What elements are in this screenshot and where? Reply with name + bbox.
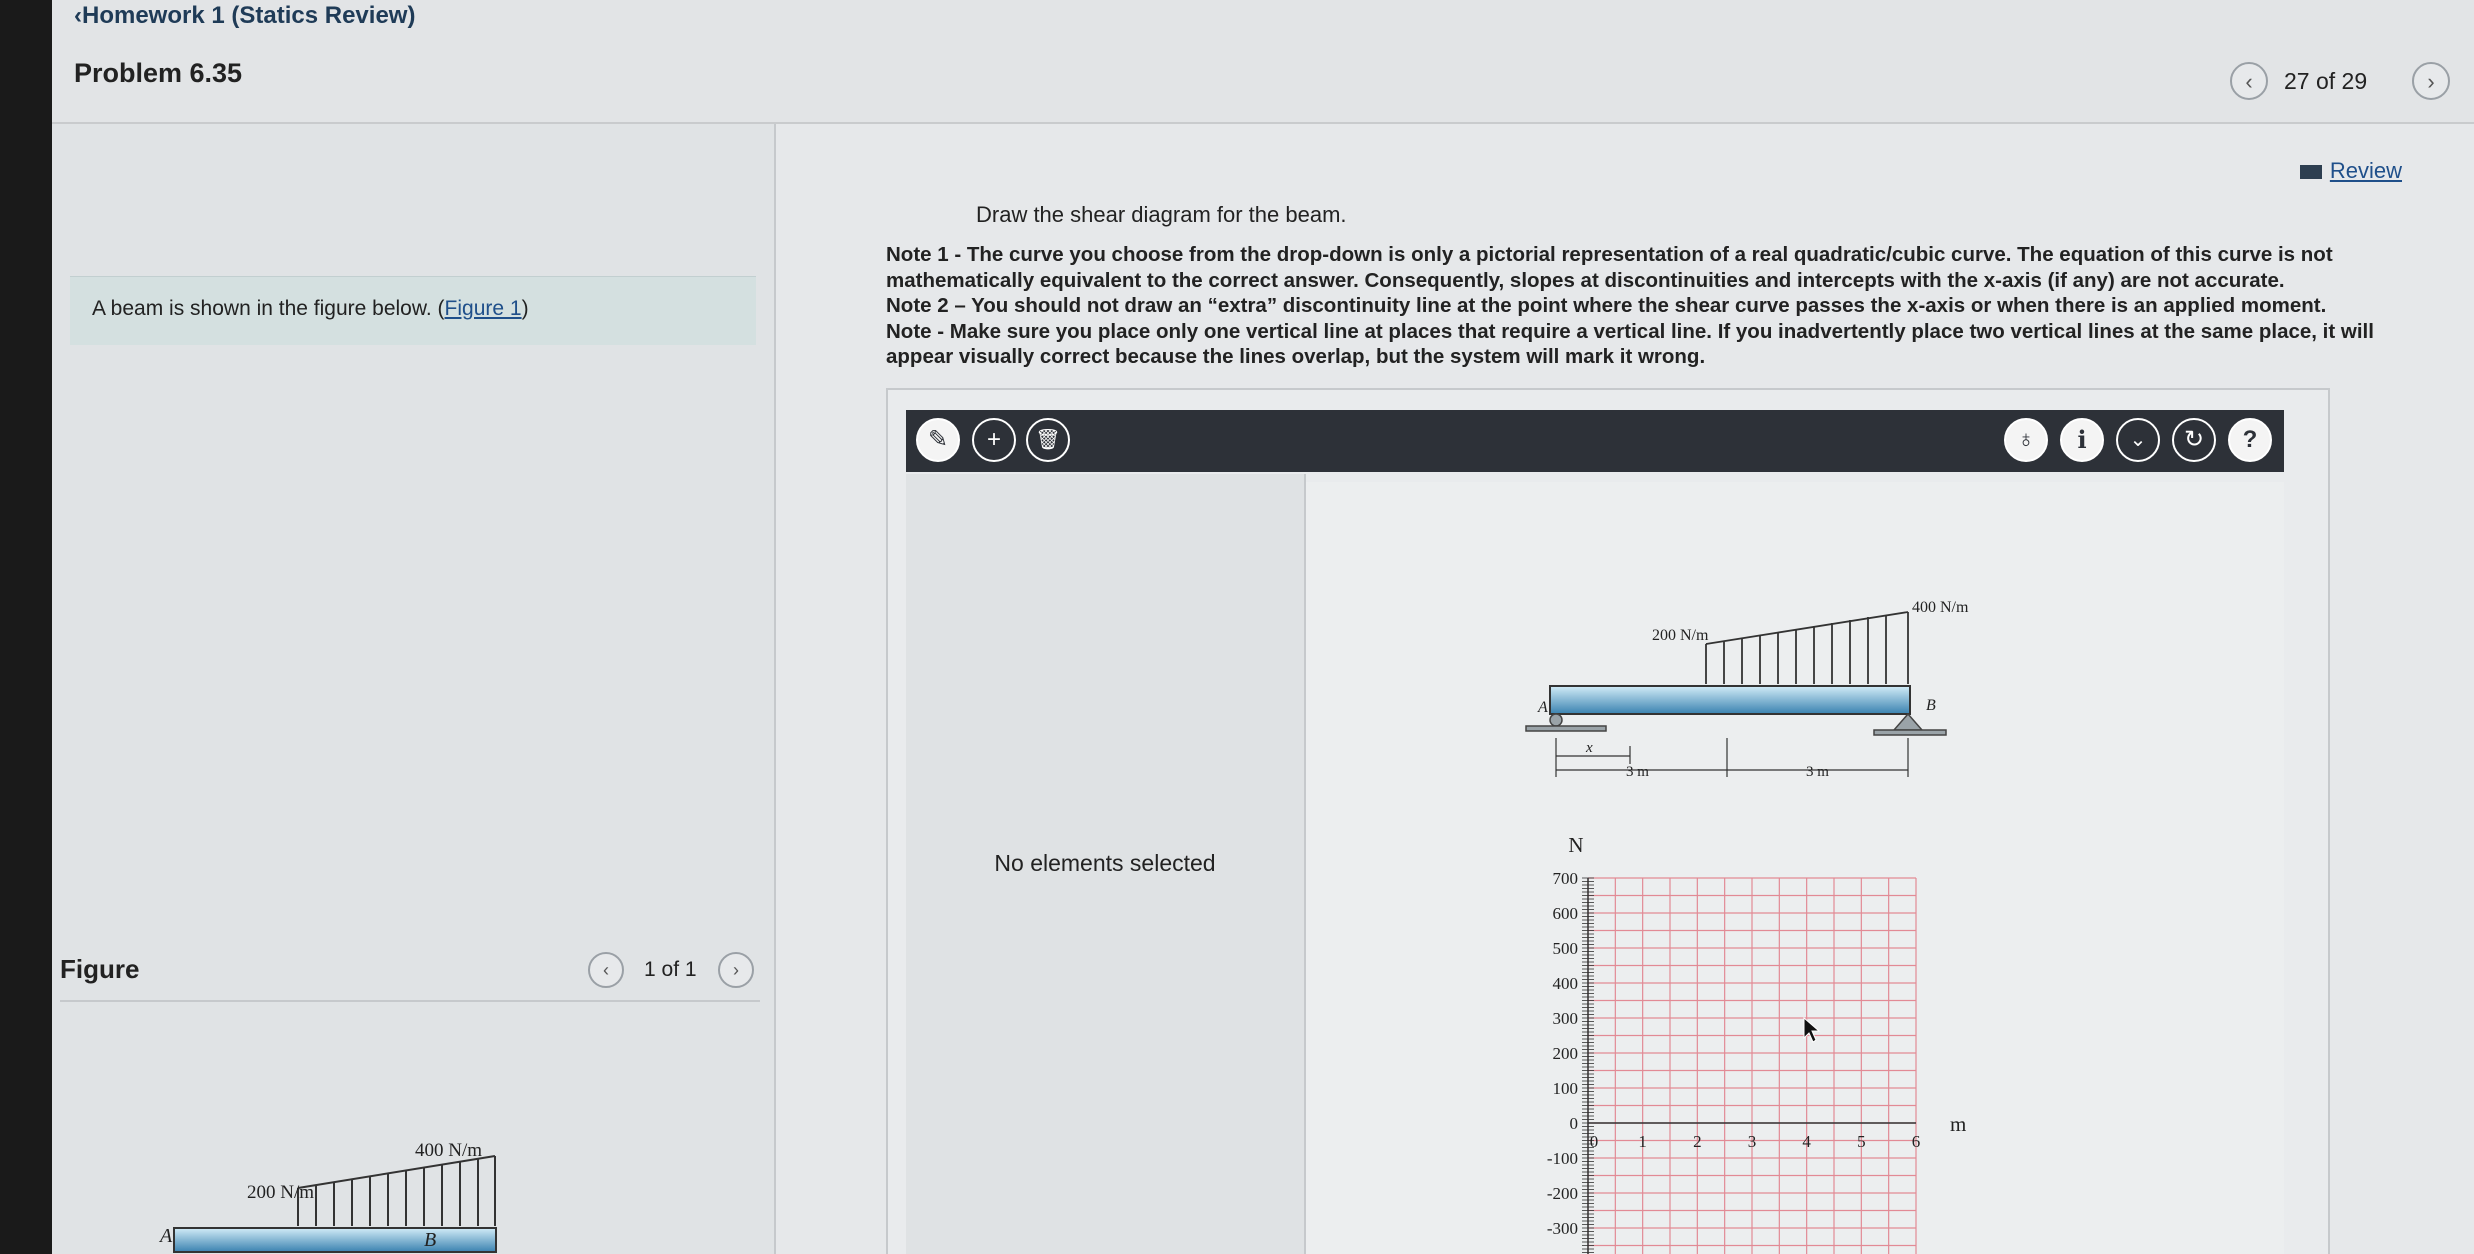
x-tick-label: 0 xyxy=(1590,1132,1599,1151)
figure-header: Figure ‹ 1 of 1 › xyxy=(60,940,760,1002)
x-tick-label: 4 xyxy=(1802,1132,1811,1151)
x-tick-label: 1 xyxy=(1638,1132,1647,1151)
top-bar: ‹Homework 1 (Statics Review) Problem 6.3… xyxy=(52,0,2474,124)
book-icon xyxy=(2299,165,2322,180)
beam-figure-canvas: 200 N/m 400 N/m A B x 3 m 3 m xyxy=(1525,599,1969,780)
y-tick-label: -300 xyxy=(1547,1219,1578,1238)
x-tick-label: 3 xyxy=(1748,1132,1757,1151)
x-axis-label: m xyxy=(1950,1112,1966,1136)
x-tick-label: 6 xyxy=(1912,1132,1921,1151)
intro-text-part: A beam is shown in the figure below. ( xyxy=(92,297,445,320)
element-properties-pane: No elements selected xyxy=(906,474,1306,1254)
load-left-label: 200 N/m xyxy=(247,1182,314,1203)
note-1: Note 1 - The curve you choose from the d… xyxy=(886,243,2333,292)
intro-close: ) xyxy=(521,297,529,320)
y-tick-label: 200 xyxy=(1553,1044,1579,1063)
support-a xyxy=(1525,713,1607,732)
y-tick-label: 400 xyxy=(1553,974,1579,993)
note-2: Note 2 – You should not draw an “extra” … xyxy=(886,294,2327,317)
load-right-label: 400 N/m xyxy=(415,1140,482,1161)
app-screen: ‹Homework 1 (Statics Review) Problem 6.3… xyxy=(52,0,2474,1254)
figure-count: 1 of 1 xyxy=(644,958,697,981)
y-tick-label: 500 xyxy=(1553,939,1579,958)
figure-prev-button[interactable]: ‹ xyxy=(588,952,624,988)
trash-icon[interactable]: 🗑 xyxy=(1026,418,1070,462)
x-tick-label: 5 xyxy=(1857,1132,1866,1151)
shear-diagram-chart[interactable]: 7006005004003002001000-100-200-300-400-5… xyxy=(1506,838,2066,1254)
back-link-label: Homework 1 (Statics Review) xyxy=(82,2,416,29)
x-tick-label: 2 xyxy=(1693,1132,1702,1151)
instruction-text: Draw the shear diagram for the beam. xyxy=(976,202,1347,227)
support-a-label: A xyxy=(158,1225,173,1247)
next-problem-button[interactable]: › xyxy=(2412,62,2450,100)
intro-text: A beam is shown in the figure below. (Fi… xyxy=(92,297,529,321)
problem-intro: A beam is shown in the figure below. (Fi… xyxy=(70,276,756,345)
y-axis-label: N xyxy=(1568,838,1583,857)
canvas-beam xyxy=(1549,685,1911,715)
y-tick-label: 300 xyxy=(1553,1009,1579,1028)
answer-panel: Review Draw the shear diagram for the be… xyxy=(776,124,2474,1254)
figure-label: Figure xyxy=(60,954,140,984)
beam-figure-small: 200 N/m 400 N/m A B xyxy=(158,1140,497,1253)
drawing-tool: ✎ + 🗑 ♁ i ⌄ ↻ ? No elements selected 200… xyxy=(886,388,2330,1254)
note-3: Note - Make sure you place only one vert… xyxy=(886,319,2374,369)
canvas-span-1: 3 m xyxy=(1626,764,1649,780)
drawing-canvas[interactable]: 200 N/m 400 N/m A B x 3 m 3 m 700 600 50… xyxy=(1306,482,2284,1254)
support-b-label: B xyxy=(424,1229,436,1251)
pager-count: 27 of 29 xyxy=(2284,68,2368,94)
canvas-support-b-label: B xyxy=(1926,697,1936,714)
help-icon[interactable]: ? xyxy=(2228,418,2272,462)
figure-link[interactable]: Figure 1 xyxy=(445,297,522,320)
plus-icon[interactable]: + xyxy=(972,418,1016,462)
draw-icon[interactable]: ✎ xyxy=(916,418,960,462)
support-b xyxy=(1873,712,1947,736)
y-tick-label: -100 xyxy=(1547,1149,1578,1168)
y-tick-label: 0 xyxy=(1570,1114,1579,1133)
drawing-toolbar: ✎ + 🗑 ♁ i ⌄ ↻ ? xyxy=(906,410,2284,472)
y-tick-label: 100 xyxy=(1553,1079,1579,1098)
figure-next-button[interactable]: › xyxy=(718,952,754,988)
reset-icon[interactable]: ↻ xyxy=(2172,418,2216,462)
back-to-assignment-link[interactable]: ‹Homework 1 (Statics Review) xyxy=(74,2,415,30)
info-icon[interactable]: i xyxy=(2060,418,2104,462)
y-tick-label: 600 xyxy=(1553,904,1579,923)
hint-icon[interactable]: ♁ xyxy=(2004,418,2048,462)
beam-figure-small-dims xyxy=(132,1250,692,1254)
y-tick-label: 700 xyxy=(1553,869,1579,888)
canvas-load-left-label: 200 N/m xyxy=(1652,627,1709,644)
problem-pager: ‹ 27 of 29 › xyxy=(2174,58,2474,102)
review-link[interactable]: Review xyxy=(2299,158,2402,184)
canvas-load-right-label: 400 N/m xyxy=(1912,599,1969,616)
problem-statement-panel: A beam is shown in the figure below. (Fi… xyxy=(52,124,776,1254)
review-label: Review xyxy=(2329,158,2402,183)
y-tick-label: -200 xyxy=(1547,1184,1578,1203)
no-selection-text: No elements selected xyxy=(994,850,1216,876)
canvas-span-2: 3 m xyxy=(1806,764,1829,780)
notes: Note 1 - The curve you choose from the d… xyxy=(886,242,2396,370)
canvas-support-a-label: A xyxy=(1537,699,1548,716)
canvas-x-label: x xyxy=(1585,740,1593,756)
chevron-down-icon[interactable]: ⌄ xyxy=(2116,418,2160,462)
problem-title: Problem 6.35 xyxy=(74,58,243,88)
beam xyxy=(173,1227,497,1253)
previous-problem-button[interactable]: ‹ xyxy=(2230,62,2268,100)
